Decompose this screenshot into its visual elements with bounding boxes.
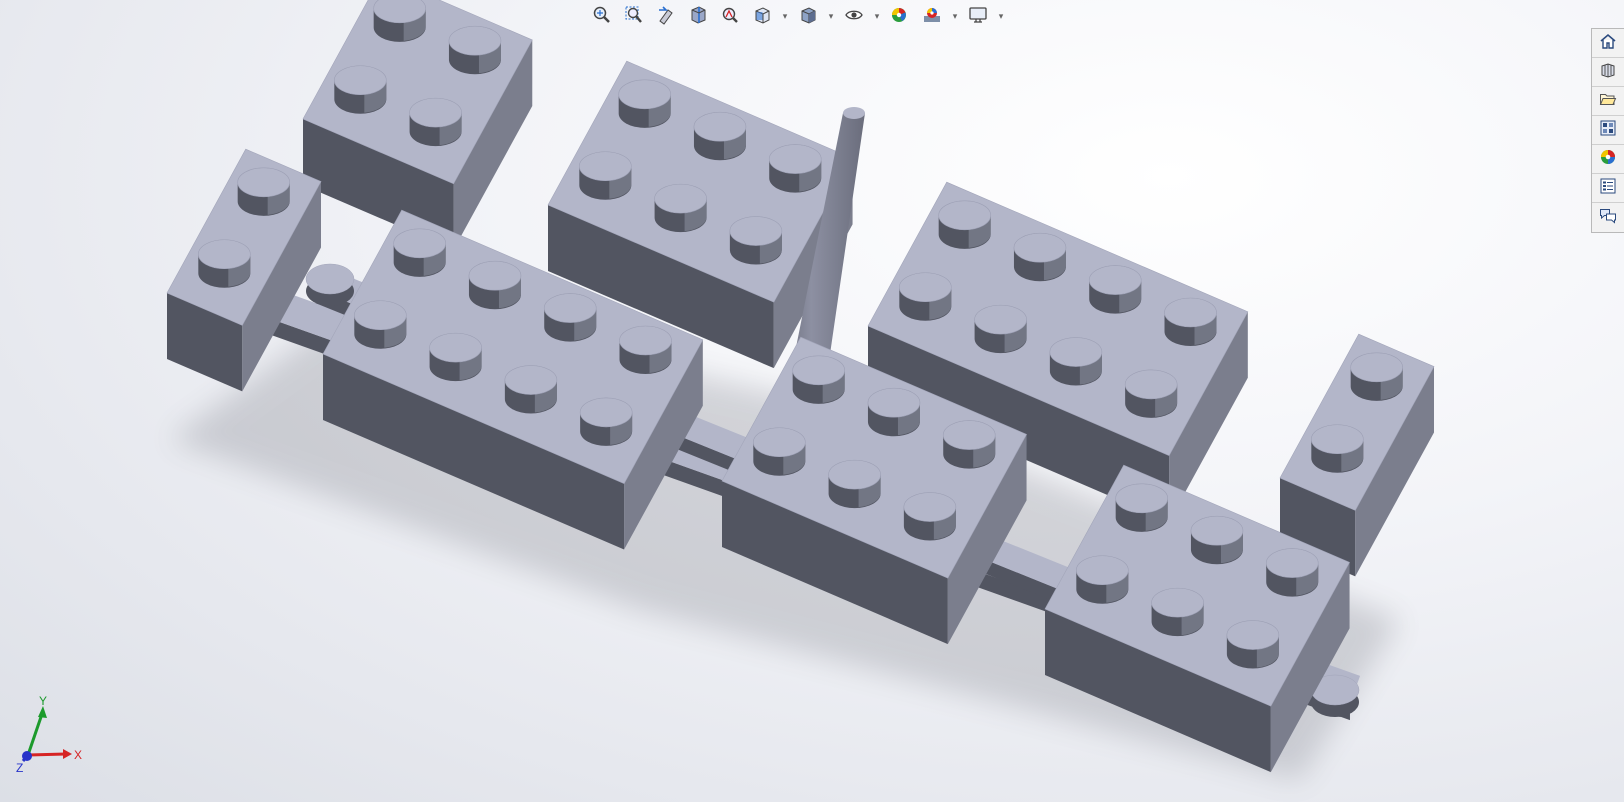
- z-axis-label: Z: [16, 761, 23, 774]
- graphics-area[interactable]: [0, 0, 1624, 802]
- stud: [792, 355, 845, 404]
- hide-show-items-button[interactable]: [840, 4, 868, 30]
- stud: [867, 387, 921, 437]
- x-axis-line: [27, 752, 67, 757]
- stud: [618, 79, 671, 128]
- task-pane-tab-custom-properties[interactable]: [1592, 174, 1624, 203]
- stud: [393, 228, 446, 277]
- view-settings-button[interactable]: [964, 4, 992, 30]
- stud: [1124, 369, 1178, 418]
- previous-view-button[interactable]: [652, 4, 680, 30]
- stud: [1190, 515, 1244, 565]
- view-orientation-button[interactable]: [748, 4, 776, 30]
- reference-triad: X Y Z: [16, 696, 82, 774]
- stud: [753, 427, 806, 476]
- stud: [1013, 232, 1067, 282]
- folder-icon: [1599, 90, 1617, 112]
- stud: [974, 304, 1027, 354]
- stud: [729, 216, 783, 265]
- x-axis-arrow: [63, 749, 72, 759]
- stud: [334, 65, 387, 114]
- stud: [1151, 587, 1204, 637]
- stud: [468, 260, 522, 310]
- heads-up-view-toolbar: ▾ ▾ ▾ ▾ ▾: [588, 4, 1006, 30]
- brick-2x2-top-left[interactable]: [302, 0, 533, 250]
- stud: [354, 300, 407, 349]
- stud: [504, 365, 558, 414]
- custom-properties-icon: [1599, 177, 1617, 199]
- zoom-to-area-icon: [624, 5, 644, 29]
- view-palette-icon: [1599, 119, 1617, 141]
- display-style-icon: [798, 5, 818, 29]
- task-pane-tab-view-palette[interactable]: [1592, 116, 1624, 145]
- y-axis-line: [26, 713, 44, 756]
- edit-appearance-icon: [890, 5, 910, 29]
- view-orientation-dropdown-arrow[interactable]: ▾: [780, 4, 790, 30]
- display-style-button[interactable]: [794, 4, 822, 30]
- stud: [429, 332, 482, 382]
- apply-scene-dropdown-arrow[interactable]: ▾: [950, 4, 960, 30]
- gate-tab-1[interactable]: [305, 263, 355, 306]
- dynamic-annotation-icon: [720, 5, 740, 29]
- zoom-to-fit-button[interactable]: [588, 4, 616, 30]
- stud: [942, 420, 996, 469]
- apply-scene-button[interactable]: [918, 4, 946, 30]
- task-pane-tabs: [1591, 28, 1624, 233]
- zoom-to-area-button[interactable]: [620, 4, 648, 30]
- stud: [373, 0, 426, 42]
- task-pane-tab-file-explorer[interactable]: [1592, 87, 1624, 116]
- hide-show-items-dropdown-arrow[interactable]: ▾: [872, 4, 882, 30]
- dynamic-annotation-views-button[interactable]: [716, 4, 744, 30]
- stud: [1076, 555, 1129, 604]
- stud: [579, 397, 633, 446]
- task-pane-tab-appearances-scenes[interactable]: [1592, 145, 1624, 174]
- lego-sprue-model[interactable]: [166, 0, 1435, 773]
- previous-view-icon: [656, 5, 676, 29]
- stud: [579, 151, 632, 200]
- stud: [619, 325, 672, 374]
- view-orientation-icon: [752, 5, 772, 29]
- appearances-icon: [1599, 148, 1617, 170]
- stud: [903, 492, 957, 541]
- task-pane-tab-solidworks-resources[interactable]: [1592, 29, 1624, 58]
- stud: [654, 183, 707, 233]
- home-icon: [1599, 32, 1617, 54]
- section-view-icon: [688, 5, 708, 29]
- view-settings-dropdown-arrow[interactable]: ▾: [996, 4, 1006, 30]
- stud: [768, 144, 822, 193]
- stud: [899, 272, 952, 321]
- zoom-to-fit-icon: [592, 5, 612, 29]
- stud: [1226, 620, 1280, 669]
- stud: [198, 239, 251, 288]
- stud: [1265, 548, 1319, 597]
- x-axis-label: X: [74, 748, 82, 762]
- y-axis-label: Y: [39, 696, 47, 708]
- brick-1x2-right[interactable]: [1279, 333, 1435, 577]
- stud: [828, 459, 881, 509]
- stud: [1088, 265, 1142, 314]
- stud: [1311, 424, 1364, 473]
- task-pane-tab-design-library[interactable]: [1592, 58, 1624, 87]
- edit-appearance-button[interactable]: [886, 4, 914, 30]
- stud: [409, 97, 462, 147]
- display-style-dropdown-arrow[interactable]: ▾: [826, 4, 836, 30]
- stud: [1350, 352, 1403, 401]
- hide-show-icon: [844, 5, 864, 29]
- forum-icon: [1599, 207, 1617, 229]
- stud: [1049, 337, 1103, 386]
- stud: [543, 293, 597, 342]
- task-pane-tab-forum[interactable]: [1592, 203, 1624, 232]
- apply-scene-icon: [922, 5, 942, 29]
- stud: [938, 200, 991, 249]
- z-axis-dot: [22, 751, 32, 761]
- stud: [1115, 483, 1168, 532]
- stud: [237, 167, 290, 216]
- view-settings-icon: [968, 5, 988, 29]
- stud: [448, 25, 502, 75]
- design-library-icon: [1599, 61, 1617, 83]
- stud: [693, 111, 747, 161]
- section-view-button[interactable]: [684, 4, 712, 30]
- stud: [1164, 297, 1217, 346]
